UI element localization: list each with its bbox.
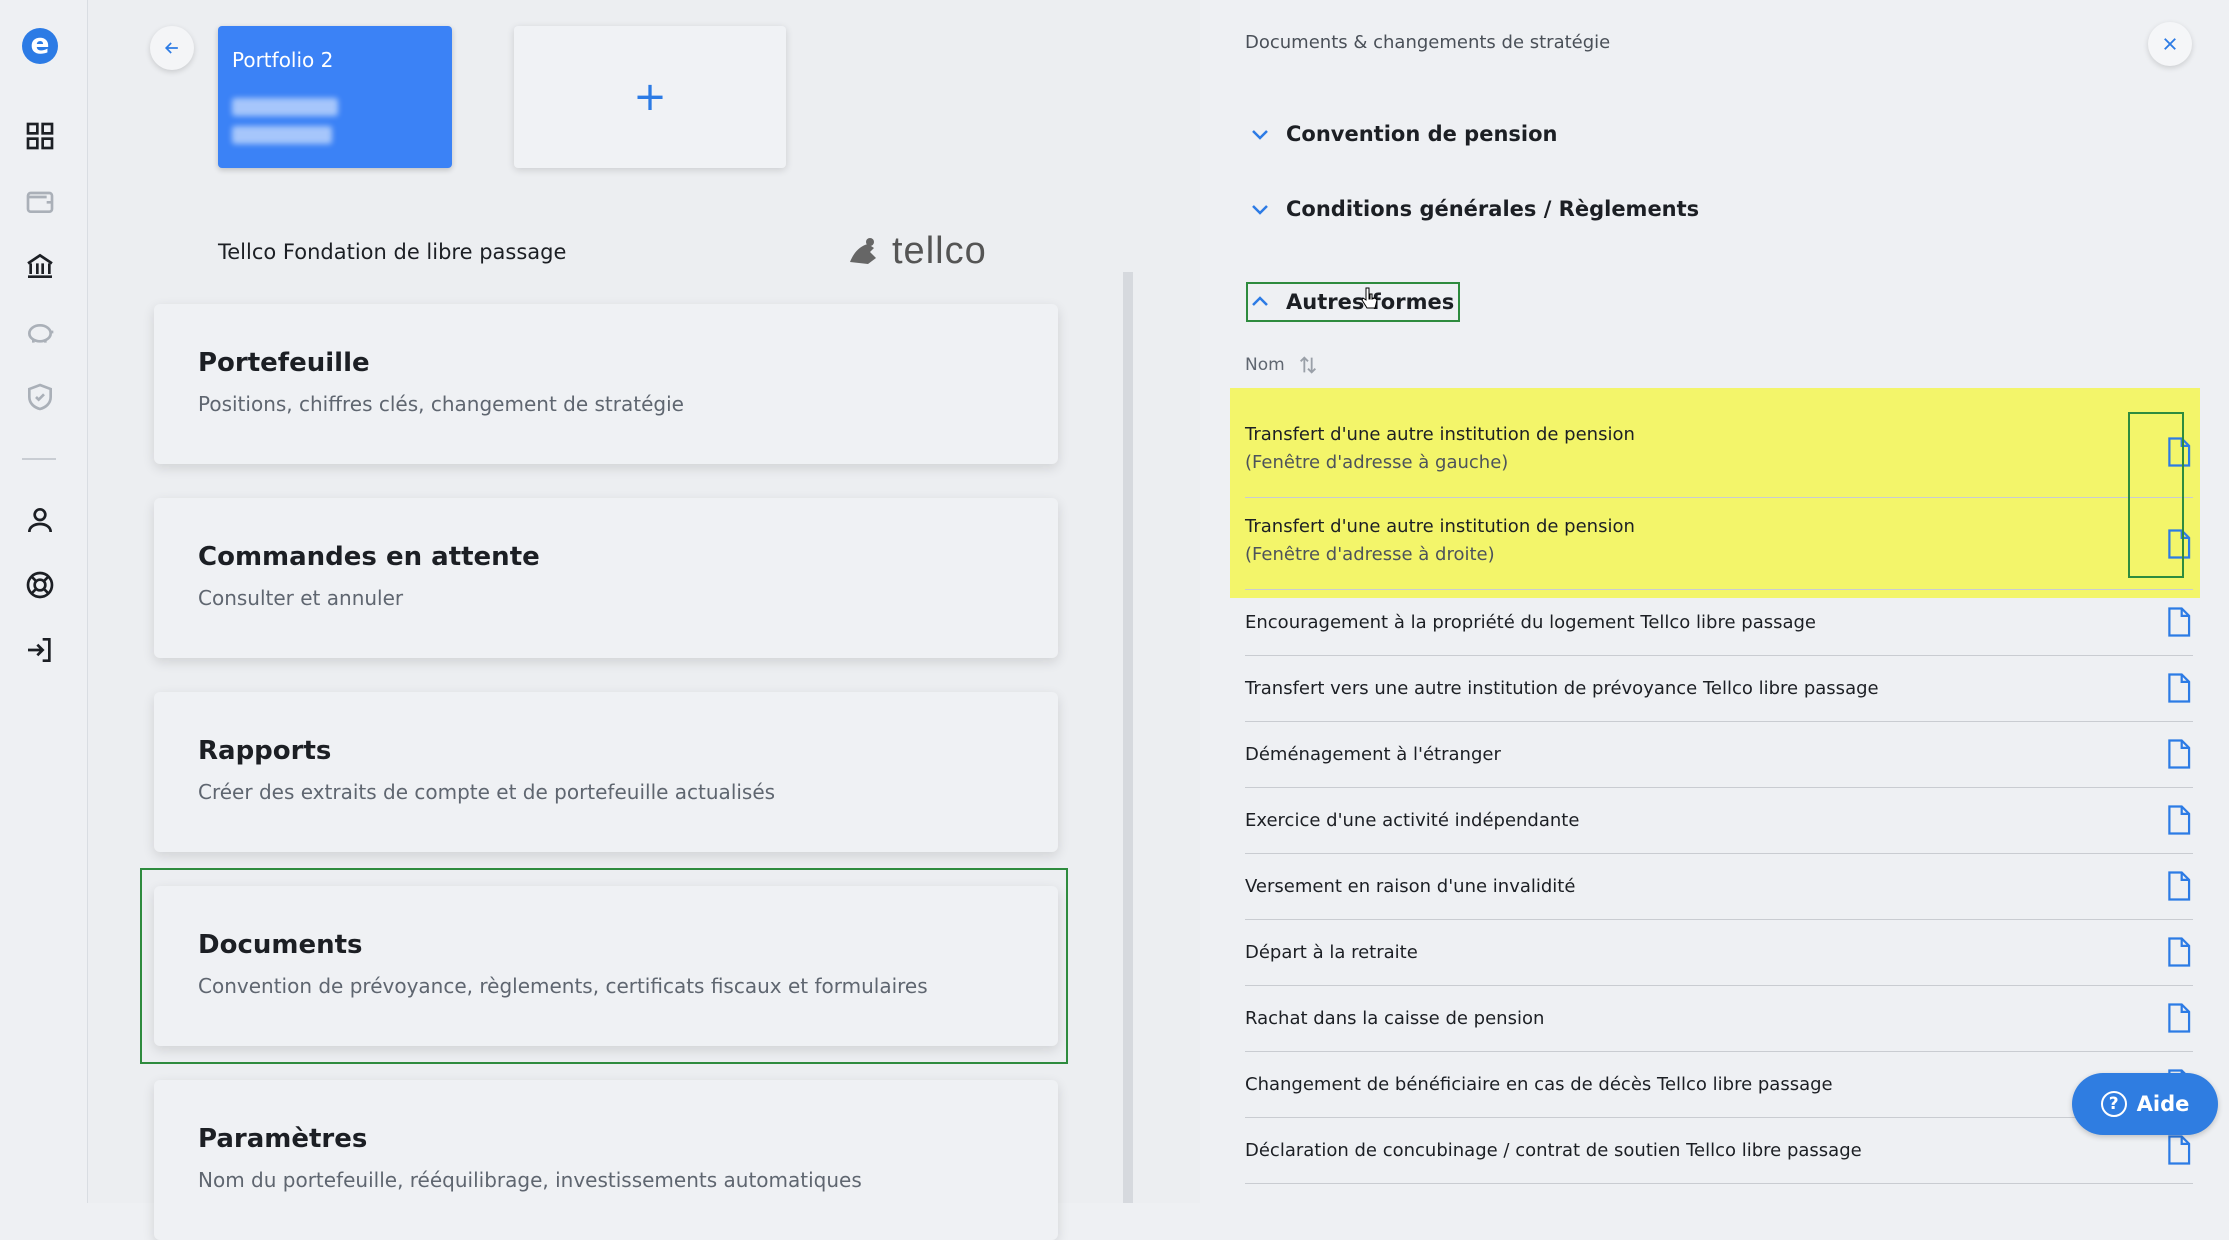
document-row[interactable]: Transfert vers une autre institution de …: [1245, 656, 2193, 722]
dashboard-icon[interactable]: [20, 116, 60, 156]
document-file-icon[interactable]: [2163, 738, 2193, 770]
portfolio-card[interactable]: Portfolio 2: [218, 26, 452, 168]
close-button[interactable]: [2148, 22, 2192, 66]
shield-icon[interactable]: [20, 377, 60, 417]
document-title: Déménagement à l'étranger: [1245, 744, 1501, 765]
menu-card-title: Paramètres: [198, 1124, 368, 1154]
document-title: Changement de bénéficiaire en cas de déc…: [1245, 1074, 1833, 1095]
arrow-left-icon: [164, 42, 178, 54]
wallet-icon[interactable]: [20, 181, 60, 221]
document-row[interactable]: Encouragement à la propriété du logement…: [1245, 590, 2193, 656]
portfolio-column: Portfolio 2 + Tellco Fondation de libre …: [88, 0, 1200, 1240]
document-title: Rachat dans la caisse de pension: [1245, 1008, 1545, 1029]
help-button[interactable]: ? Aide: [2072, 1073, 2218, 1135]
menu-card-portefeuille[interactable]: Portefeuille Positions, chiffres clés, c…: [154, 304, 1058, 464]
document-title: Transfert vers une autre institution de …: [1245, 678, 1879, 699]
chevron-down-icon: [1252, 130, 1268, 140]
document-file-icon[interactable]: [2163, 606, 2193, 638]
rail-divider: [22, 458, 56, 460]
document-row[interactable]: Exercice d'une activité indépendante: [1245, 788, 2193, 854]
document-file-icon[interactable]: [2163, 1002, 2193, 1034]
document-file-icon[interactable]: [2163, 804, 2193, 836]
document-title: Encouragement à la propriété du logement…: [1245, 612, 1817, 633]
section-convention-de-pension[interactable]: Convention de pension: [1248, 122, 1557, 146]
document-file-icon[interactable]: [2163, 1134, 2193, 1166]
piggy-bank-icon[interactable]: [20, 312, 60, 352]
blurred-balance: [232, 98, 338, 116]
mouse-cursor-icon: [1361, 287, 1378, 309]
menu-card-subtitle: Nom du portefeuille, rééquilibrage, inve…: [198, 1168, 862, 1192]
download-icons-outline: [2128, 412, 2184, 578]
add-portfolio-button[interactable]: +: [514, 26, 786, 168]
document-subtitle: (Fenêtre d'adresse à gauche): [1245, 452, 1509, 473]
help-icon: ?: [2100, 1091, 2127, 1117]
autres-formes-outline: [1246, 282, 1460, 322]
menu-card-parametres[interactable]: Paramètres Nom du portefeuille, rééquili…: [154, 1080, 1058, 1240]
tellco-logo-text: tellco: [892, 230, 987, 272]
document-title: Versement en raison d'une invalidité: [1245, 876, 1576, 897]
sort-icon: [1299, 356, 1316, 374]
column-header-nom[interactable]: Nom: [1245, 354, 1319, 376]
document-title: Transfert d'une autre institution de pen…: [1245, 516, 1635, 537]
panel-title: Documents & changements de stratégie: [1245, 32, 1611, 53]
document-row[interactable]: Rachat dans la caisse de pension: [1245, 986, 2193, 1052]
menu-card-commandes[interactable]: Commandes en attente Consulter et annule…: [154, 498, 1058, 658]
portfolio-name: Portfolio 2: [232, 48, 334, 72]
help-label: Aide: [2136, 1092, 2190, 1116]
user-icon[interactable]: [20, 500, 60, 540]
back-button[interactable]: [150, 26, 194, 70]
document-file-icon[interactable]: [2163, 936, 2193, 968]
document-row[interactable]: Départ à la retraite: [1245, 920, 2193, 986]
document-row[interactable]: Transfert d'une autre institution de pen…: [1245, 406, 2193, 498]
documents-selection-outline: [140, 868, 1068, 1064]
document-row[interactable]: Déclaration de concubinage / contrat de …: [1245, 1118, 2193, 1184]
tellco-emblem-icon: [850, 237, 876, 264]
menu-card-title: Portefeuille: [198, 348, 370, 378]
documents-panel: Documents & changements de stratégie Con…: [1200, 0, 2229, 1203]
section-conditions-generales[interactable]: Conditions générales / Règlements: [1248, 197, 1699, 221]
document-row[interactable]: Changement de bénéficiaire en cas de déc…: [1245, 1052, 2193, 1118]
document-title: Transfert d'une autre institution de pen…: [1245, 424, 1635, 445]
logout-icon[interactable]: [20, 630, 60, 670]
scrollbar[interactable]: [1123, 272, 1133, 1203]
document-row[interactable]: Transfert d'une autre institution de pen…: [1245, 498, 2193, 590]
blurred-performance: [232, 126, 332, 144]
document-file-icon[interactable]: [2163, 672, 2193, 704]
menu-card-rapports[interactable]: Rapports Créer des extraits de compte et…: [154, 692, 1058, 852]
lifebuoy-icon[interactable]: [20, 565, 60, 605]
document-title: Exercice d'une activité indépendante: [1245, 810, 1580, 831]
section-label: Convention de pension: [1286, 122, 1558, 146]
menu-card-subtitle: Créer des extraits de compte et de porte…: [198, 780, 776, 804]
column-header-label: Nom: [1245, 355, 1285, 375]
app-logo-icon[interactable]: e: [20, 26, 60, 66]
document-subtitle: (Fenêtre d'adresse à droite): [1245, 544, 1495, 565]
document-title: Déclaration de concubinage / contrat de …: [1245, 1140, 1862, 1161]
tellco-logo: tellco: [844, 230, 987, 273]
document-row[interactable]: Déménagement à l'étranger: [1245, 722, 2193, 788]
section-label: Conditions générales / Règlements: [1286, 197, 1700, 221]
close-icon: [2164, 38, 2176, 50]
bank-icon[interactable]: [20, 246, 60, 286]
document-file-icon[interactable]: [2163, 870, 2193, 902]
menu-card-subtitle: Positions, chiffres clés, changement de …: [198, 392, 684, 416]
chevron-down-icon: [1252, 205, 1268, 215]
document-row[interactable]: Versement en raison d'une invalidité: [1245, 854, 2193, 920]
menu-card-title: Rapports: [198, 736, 332, 766]
document-title: Départ à la retraite: [1245, 942, 1418, 963]
provider-name: Tellco Fondation de libre passage: [218, 240, 567, 264]
menu-card-title: Commandes en attente: [198, 542, 540, 572]
side-rail: e: [0, 0, 88, 1203]
menu-card-subtitle: Consulter et annuler: [198, 586, 404, 610]
